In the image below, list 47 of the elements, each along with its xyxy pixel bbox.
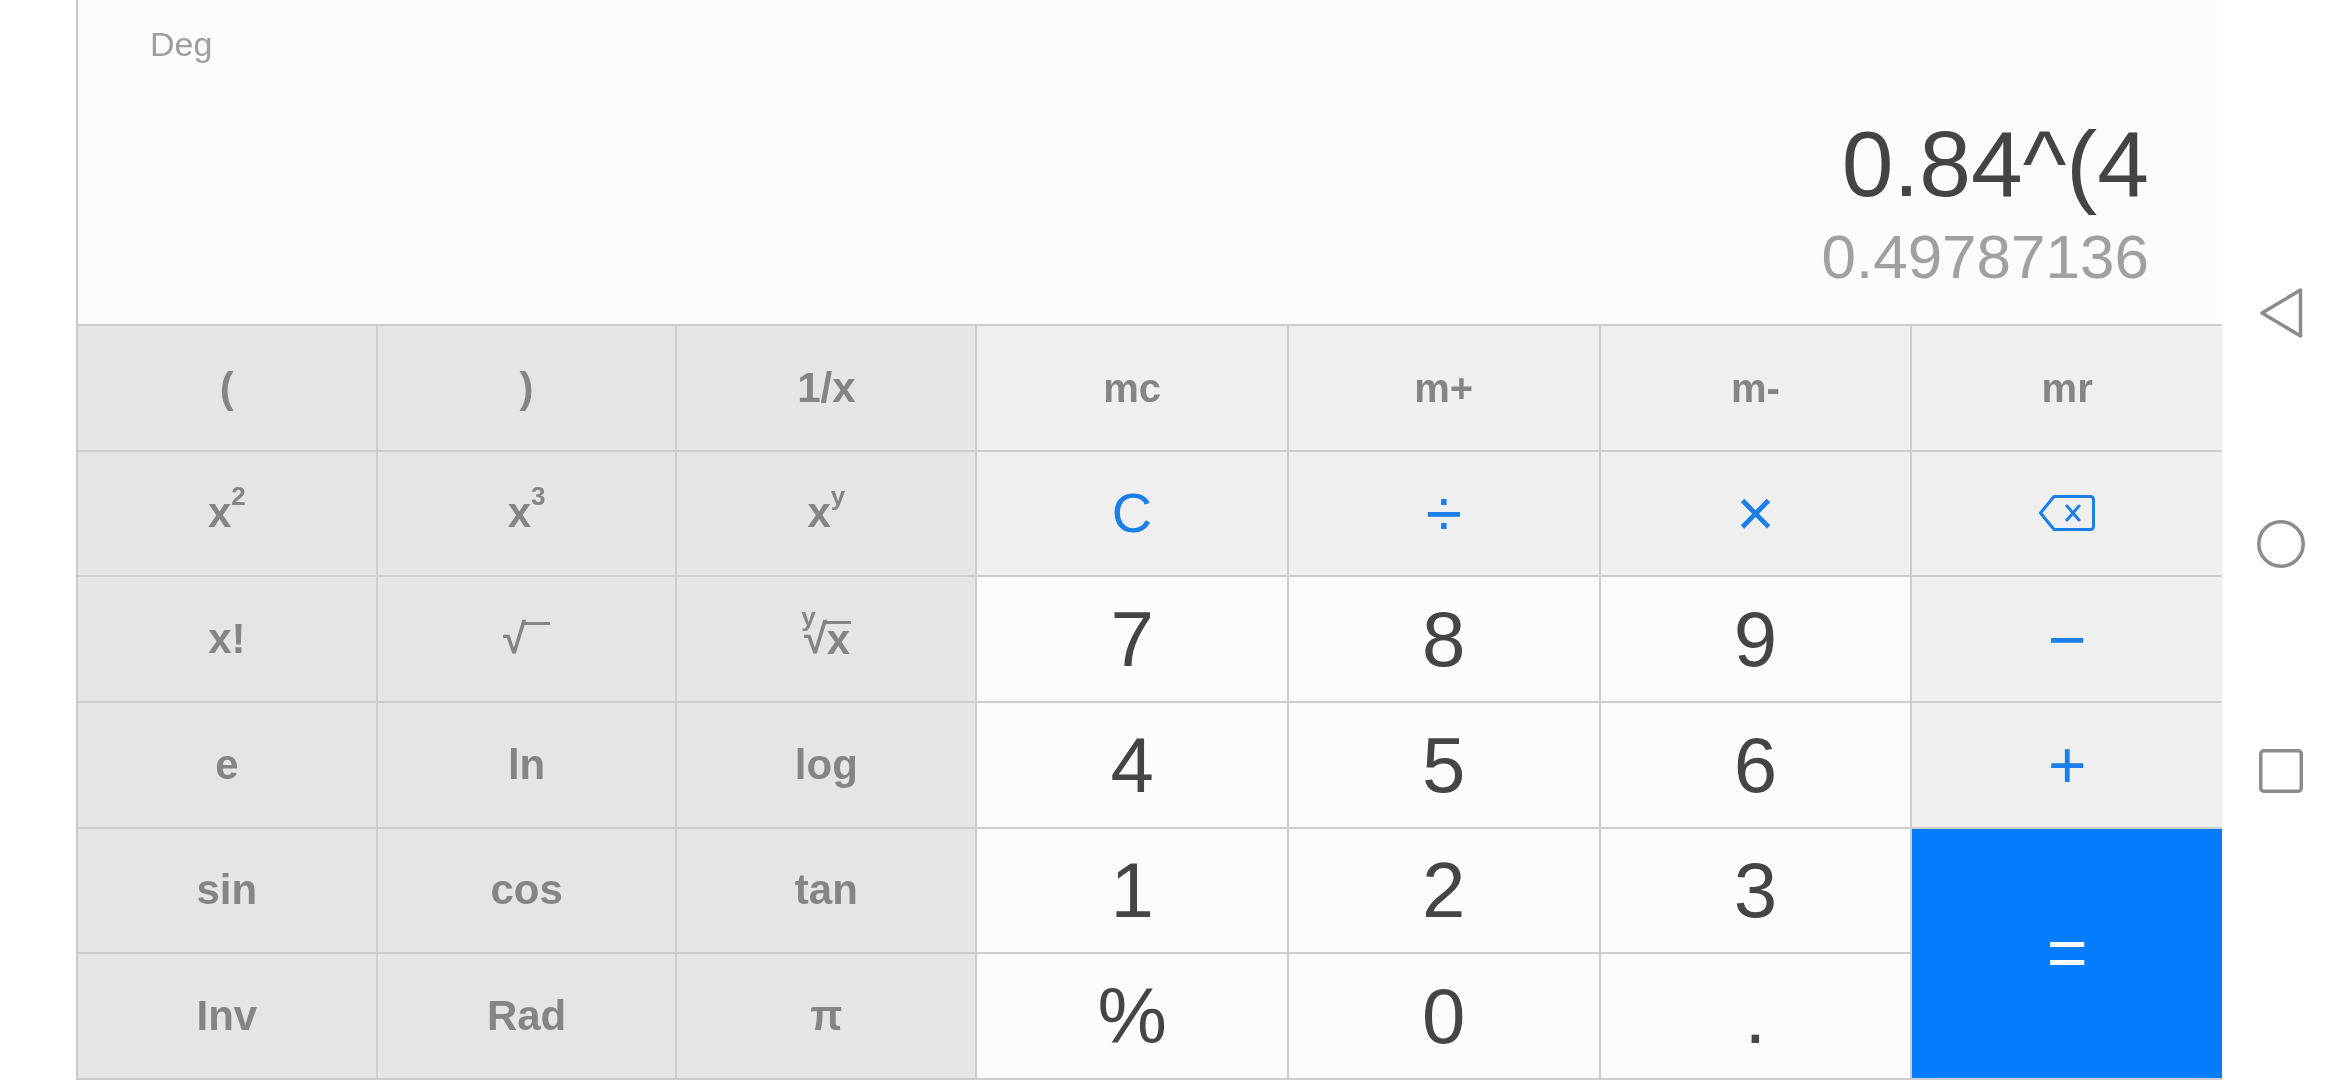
recents-icon[interactable] xyxy=(2259,749,2303,793)
digit-key[interactable]: . xyxy=(1600,954,1911,1078)
digit-key[interactable]: 3 xyxy=(1600,828,1911,953)
function-key[interactable]: 1/x xyxy=(677,326,976,450)
digit-key[interactable]: 8 xyxy=(1288,577,1599,701)
operator-key[interactable]: − xyxy=(1912,577,2222,701)
digit-key[interactable]: 1 xyxy=(977,828,1287,953)
digit-key[interactable]: 4 xyxy=(977,703,1287,827)
function-key[interactable]: log xyxy=(677,703,976,827)
operator-key[interactable]: ÷ xyxy=(1288,451,1599,576)
memory-key[interactable]: mc xyxy=(977,326,1287,450)
memory-key[interactable]: m- xyxy=(1600,326,1911,450)
function-key[interactable]: cos xyxy=(377,828,676,953)
root-key[interactable]: $^{y}$√x xyxy=(677,577,976,701)
home-icon[interactable] xyxy=(2257,520,2305,568)
function-key[interactable]: e xyxy=(78,703,376,827)
function-key[interactable]: tan xyxy=(677,828,976,953)
digit-key[interactable]: % xyxy=(977,954,1287,1078)
memory-key[interactable]: m+ xyxy=(1288,326,1599,450)
expression-text: 0.84^(4 xyxy=(1841,114,2149,214)
digit-key[interactable]: 5 xyxy=(1288,703,1599,827)
function-key[interactable]: x! xyxy=(78,577,376,701)
operator-key[interactable]: × xyxy=(1600,451,1911,576)
function-key[interactable]: x$^{y}$ xyxy=(677,451,976,576)
digit-key[interactable]: 6 xyxy=(1600,703,1911,827)
angle-mode-label: Deg xyxy=(150,27,213,61)
back-icon[interactable] xyxy=(2259,287,2303,339)
function-key[interactable]: x$^{2}$ xyxy=(78,451,376,576)
function-key[interactable]: ( xyxy=(78,326,376,450)
result-preview: 0.49787136 xyxy=(1821,222,2149,292)
function-key[interactable]: π xyxy=(677,954,976,1078)
root-key[interactable]: √ xyxy=(377,577,676,701)
equals-key[interactable]: = xyxy=(1912,828,2222,1078)
function-key[interactable]: Inv xyxy=(78,954,376,1078)
memory-key[interactable]: mr xyxy=(1912,326,2222,450)
digit-key[interactable]: 2 xyxy=(1288,828,1599,953)
function-key[interactable]: ) xyxy=(377,326,676,450)
digit-key[interactable]: 9 xyxy=(1600,577,1911,701)
operator-key[interactable]: + xyxy=(1912,703,2222,827)
clear-key[interactable]: C xyxy=(977,451,1287,576)
backspace-icon xyxy=(2039,495,2096,532)
function-key[interactable]: x$^{3}$ xyxy=(377,451,676,576)
digit-key[interactable]: 0 xyxy=(1288,954,1599,1078)
function-key[interactable]: Rad xyxy=(377,954,676,1078)
function-key[interactable]: sin xyxy=(78,828,376,953)
digit-key[interactable]: 7 xyxy=(977,577,1287,701)
function-key[interactable]: ln xyxy=(377,703,676,827)
